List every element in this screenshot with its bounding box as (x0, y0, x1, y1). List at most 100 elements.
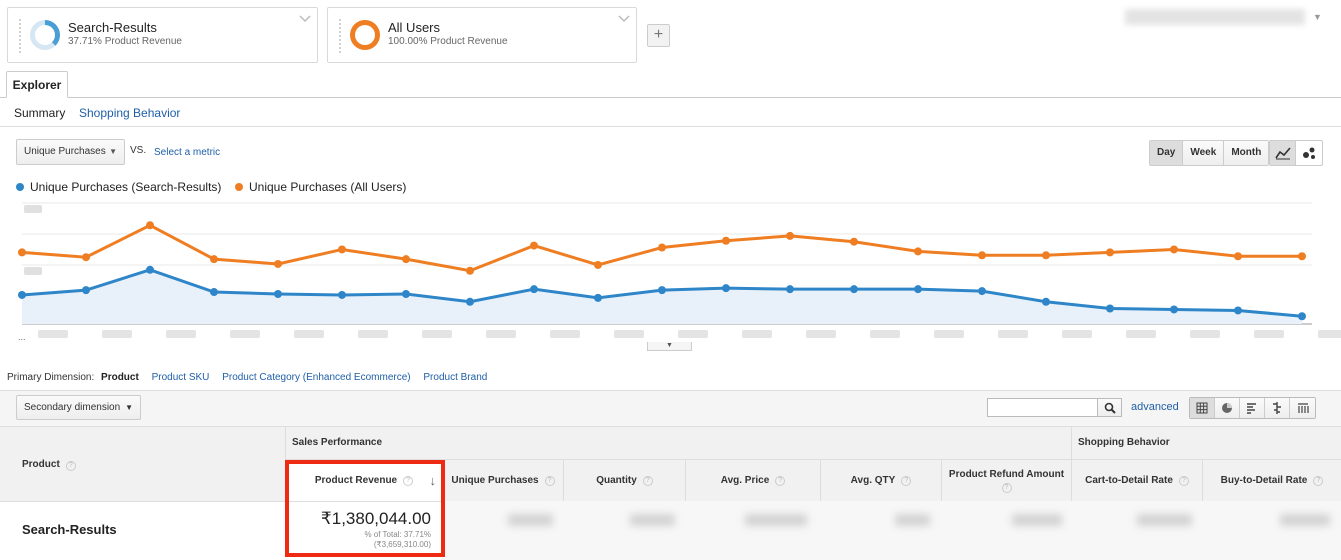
drag-handle-icon[interactable] (338, 18, 342, 54)
column-header-cart-to-detail[interactable]: Cart-to-Detail Rate? (1071, 459, 1202, 501)
data-point (1170, 245, 1178, 254)
data-point (850, 285, 858, 294)
segment-subtitle: 100.00% Product Revenue (388, 36, 508, 47)
week-button[interactable]: Week (1183, 141, 1225, 165)
help-icon[interactable]: ? (901, 475, 912, 486)
data-point (530, 241, 538, 250)
blurred-tick-label (24, 267, 42, 275)
dimension-product[interactable]: Product (101, 372, 139, 383)
blurred-value (745, 514, 807, 526)
data-point (722, 236, 730, 245)
blurred-tick-label (294, 330, 324, 338)
help-icon[interactable]: ? (1313, 475, 1324, 486)
chart-collapse-toggle[interactable]: ▼ (647, 342, 692, 351)
chevron-down-icon[interactable] (618, 14, 630, 24)
blurred-value (1137, 514, 1192, 526)
advanced-filter-link[interactable]: advanced (1131, 401, 1179, 413)
data-point (274, 259, 282, 268)
month-button[interactable]: Month (1224, 141, 1269, 165)
day-button[interactable]: Day (1150, 141, 1184, 165)
column-header-unique-purchases[interactable]: Unique Purchases? (442, 459, 563, 501)
line-chart-icon[interactable] (1270, 141, 1297, 165)
data-point (18, 248, 26, 257)
blurred-tick-label (358, 330, 388, 338)
tab-explorer[interactable]: Explorer (6, 71, 68, 98)
pie-view-icon[interactable] (1215, 398, 1240, 418)
table-search-input[interactable] (987, 398, 1098, 417)
blurred-tick-label (166, 330, 196, 338)
segment-subtitle: 37.71% Product Revenue (68, 36, 182, 47)
blurred-tick-label (614, 330, 644, 338)
grid-view-icon[interactable] (1190, 398, 1215, 418)
column-header-avg-price[interactable]: Avg. Price? (685, 459, 820, 501)
chevron-down-icon[interactable] (299, 14, 311, 24)
date-range-picker[interactable] (1125, 9, 1305, 25)
dimension-product-category[interactable]: Product Category (Enhanced Ecommerce) (222, 372, 410, 383)
chevron-down-icon[interactable]: ▼ (1313, 12, 1322, 22)
help-icon[interactable]: ? (775, 475, 786, 486)
data-point (338, 245, 346, 254)
blurred-tick-label (1318, 330, 1341, 338)
blurred-value (895, 514, 930, 526)
help-icon[interactable]: ? (642, 475, 653, 486)
time-granularity-group: Day Week Month (1149, 140, 1270, 166)
help-icon[interactable]: ? (65, 461, 76, 471)
legend-dot-icon (235, 183, 243, 191)
data-point (786, 285, 794, 294)
data-point (978, 251, 986, 260)
data-point (1234, 306, 1242, 315)
data-point (466, 297, 474, 306)
blurred-tick-label (486, 330, 516, 338)
data-point (914, 285, 922, 294)
group-header-sales: Sales Performance (285, 426, 1071, 459)
divider (0, 126, 1341, 127)
data-point (338, 290, 346, 299)
column-header-product[interactable]: Product? (22, 459, 76, 471)
search-icon[interactable] (1097, 398, 1122, 417)
column-header-quantity[interactable]: Quantity? (563, 459, 685, 501)
dimension-product-sku[interactable]: Product SKU (152, 372, 210, 383)
data-point (1106, 248, 1114, 257)
data-point (402, 255, 410, 264)
metric-select[interactable]: Unique Purchases ▼ (16, 139, 125, 165)
column-header-refund-amount[interactable]: Product Refund Amount? (941, 459, 1071, 501)
segment-card-search-results[interactable]: Search-Results 37.71% Product Revenue (7, 7, 318, 63)
line-chart: ... (18, 202, 1341, 342)
subtab-shopping-behavior[interactable]: Shopping Behavior (79, 106, 180, 120)
tick-ellipsis: ... (18, 332, 26, 342)
comparison-view-icon[interactable] (1265, 398, 1290, 418)
blurred-tick-label (1062, 330, 1092, 338)
data-point (914, 247, 922, 256)
help-icon[interactable]: ? (544, 475, 555, 486)
segment-card-all-users[interactable]: All Users 100.00% Product Revenue (327, 7, 637, 63)
secondary-dimension-label: Secondary dimension (24, 402, 121, 413)
blurred-value (508, 514, 553, 526)
data-point (850, 237, 858, 246)
motion-chart-icon[interactable] (1296, 141, 1322, 165)
column-header-avg-qty[interactable]: Avg. QTY? (820, 459, 941, 501)
select-metric-link[interactable]: Select a metric (154, 147, 220, 158)
data-point (466, 266, 474, 275)
pivot-view-icon[interactable] (1290, 398, 1315, 418)
segment-ring-icon (30, 20, 60, 50)
drag-handle-icon[interactable] (18, 18, 22, 54)
blurred-tick-label (1126, 330, 1156, 338)
subtab-summary[interactable]: Summary (14, 106, 65, 120)
blurred-value (630, 514, 675, 526)
performance-view-icon[interactable] (1240, 398, 1265, 418)
blurred-values-area (442, 501, 1341, 560)
data-point (1042, 297, 1050, 306)
secondary-dimension-select[interactable]: Secondary dimension ▼ (16, 395, 141, 420)
help-icon[interactable]: ? (1178, 475, 1189, 486)
blurred-tick-label (934, 330, 964, 338)
help-icon[interactable]: ? (1001, 482, 1012, 493)
data-point (658, 286, 666, 295)
dimension-product-brand[interactable]: Product Brand (423, 372, 487, 383)
data-point (82, 253, 90, 262)
data-point (722, 284, 730, 293)
data-point (210, 255, 218, 264)
blurred-tick-label (230, 330, 260, 338)
add-segment-button[interactable]: + (647, 24, 670, 47)
column-header-buy-to-detail[interactable]: Buy-to-Detail Rate? (1202, 459, 1341, 501)
legend-item-all-users: Unique Purchases (All Users) (235, 180, 406, 194)
